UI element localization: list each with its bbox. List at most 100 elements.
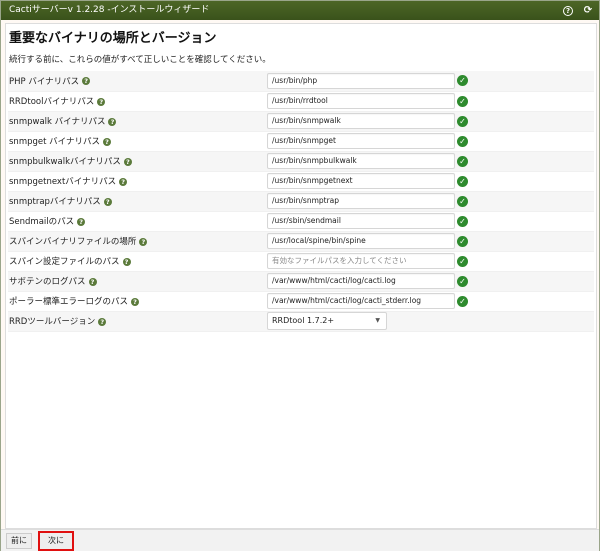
check-icon: ✓ [457,175,468,187]
page-title: 重要なバイナリの場所とバージョン [9,31,217,46]
path-input[interactable]: /usr/bin/php [267,72,455,89]
spacer-cell [477,191,594,212]
check-icon: ✓ [457,235,468,247]
check-icon: ✓ [457,115,468,127]
status-cell: ✓ [457,111,477,132]
next-button[interactable]: 次に [38,531,74,551]
spacer-cell [477,151,594,172]
row-label: RRDtoolバイナリパス? [8,91,267,112]
check-icon: ✓ [457,155,468,167]
table-row: snmpwalk バイナリパス?/usr/bin/snmpwalk ✓ [8,111,594,132]
spacer-cell [477,131,594,152]
path-input[interactable]: /usr/sbin/sendmail [267,213,455,229]
help-icon[interactable]: ? [563,5,573,16]
spacer-cell [477,231,594,252]
status-cell: ✓ [457,91,477,112]
spacer-cell [477,171,594,192]
spacer-cell [477,211,594,232]
spacer-cell [477,91,594,112]
path-cell: /var/www/html/cacti/log/cacti_stderr.log [267,291,457,312]
row-label-text: snmpget バイナリパス [9,137,100,147]
table-row: snmpget バイナリパス? /usr/bin/snmpget ✓ [8,131,594,152]
table-row: スパインバイナリファイルの場所?/usr/local/spine/bin/spi… [8,231,594,252]
status-cell: ✓ [457,191,477,212]
path-input[interactable]: /usr/local/spine/bin/spine [267,233,455,249]
help-icon[interactable]: ? [139,237,148,246]
row-label: RRDツールバージョン? [8,311,267,332]
refresh-icon[interactable]: ⟳ [583,5,593,16]
help-icon[interactable]: ? [88,277,97,286]
path-input[interactable]: /var/www/html/cacti/log/cacti.log [267,273,455,289]
help-icon[interactable]: ? [123,157,132,166]
previous-button[interactable]: 前に [6,533,32,549]
path-input[interactable]: /var/www/html/cacti/log/cacti_stderr.log [267,293,455,309]
row-label: snmpwalk バイナリパス? [8,111,267,132]
path-cell: 有効なファイルパスを入力してください [267,251,457,272]
spacer-cell [477,251,594,272]
row-label-text: スパイン設定ファイルのパス [9,257,120,267]
path-input[interactable]: /usr/bin/snmpbulkwalk [267,153,455,169]
check-icon: ✓ [457,75,468,87]
row-label: snmpgetnextバイナリパス? [8,171,267,192]
binary-paths-table: PHP バイナリパス?/usr/bin/php ✓ RRDtoolバイナリパス?/u… [8,71,594,332]
status-cell: ✓ [457,131,477,152]
path-input[interactable]: /usr/bin/snmpgetnext [267,173,455,189]
row-label: Sendmailのパス? [8,211,267,232]
help-icon[interactable]: ? [97,97,106,106]
path-cell: /usr/bin/rrdtool [267,91,457,112]
help-icon[interactable]: ? [131,297,140,306]
table-row: サボテンのログパス? /var/www/html/cacti/log/cacti.… [8,271,594,292]
table-row: snmptrapバイナリパス?/usr/bin/snmptrap ✓ [8,191,594,212]
path-cell: /usr/bin/snmpgetnext [267,171,457,192]
path-cell: /usr/bin/snmpwalk [267,111,457,132]
check-icon: ✓ [457,195,468,207]
row-label: スパインバイナリファイルの場所? [8,231,267,252]
help-icon[interactable]: ? [103,197,112,206]
row-label: snmptrapバイナリパス? [8,191,267,212]
row-label: スパイン設定ファイルのパス? [8,251,267,272]
path-input[interactable]: 有効なファイルパスを入力してください [267,253,455,269]
path-input[interactable]: /usr/bin/rrdtool [267,93,455,109]
row-label-text: ポーラー標準エラーログのパス [9,297,129,307]
table-row: ポーラー標準エラーログのパス?/var/www/html/cacti/log/c… [8,291,594,312]
status-cell: ✓ [457,231,477,252]
path-cell: /var/www/html/cacti/log/cacti.log [267,271,457,292]
table-row: Sendmailのパス?/usr/sbin/sendmail ✓ [8,211,594,232]
status-cell [457,311,477,332]
footer-bar: 前に 次に [1,529,599,551]
chevron-down-icon: ▼ [375,317,380,324]
spacer-cell [477,311,594,332]
status-cell: ✓ [457,71,477,92]
status-cell: ✓ [457,251,477,272]
help-icon[interactable]: ? [108,117,117,126]
path-input[interactable]: /usr/bin/snmptrap [267,193,455,209]
help-icon[interactable]: ? [119,177,128,186]
status-cell: ✓ [457,271,477,292]
title-bar: Cactiサーバーv 1.2.28 -インストールウィザード ? ⟳ [1,1,599,20]
table-row: スパイン設定ファイルのパス? 有効なファイルパスを入力してください ✓ [8,251,594,272]
help-icon[interactable]: ? [82,77,91,86]
path-input[interactable]: /usr/bin/snmpwalk [267,113,455,129]
help-icon[interactable]: ? [98,317,107,326]
help-icon[interactable]: ? [122,257,131,266]
select-cell: RRDtool 1.7.2+ ▼ [267,311,457,332]
path-cell: /usr/sbin/sendmail [267,211,457,232]
rrd-version-label: RRDツールバージョン [9,317,96,327]
row-label: ポーラー標準エラーログのパス? [8,291,267,312]
path-cell: /usr/bin/snmpbulkwalk [267,151,457,172]
table-row: RRDツールバージョン? RRDtool 1.7.2+ ▼ [8,311,594,332]
rrd-version-select[interactable]: RRDtool 1.7.2+ ▼ [267,312,387,330]
path-cell: /usr/local/spine/bin/spine [267,231,457,252]
spacer-cell [477,271,594,292]
path-input[interactable]: /usr/bin/snmpget [267,133,455,149]
help-icon[interactable]: ? [77,217,86,226]
spacer-cell [477,71,594,92]
row-label-text: サボテンのログパス [9,277,86,287]
spacer-cell [477,291,594,312]
path-cell: /usr/bin/snmptrap [267,191,457,212]
path-cell: /usr/bin/php [267,71,457,92]
check-icon: ✓ [457,255,468,267]
help-icon[interactable]: ? [102,137,111,146]
row-label-text: snmpwalk バイナリパス [9,117,106,127]
table-row: PHP バイナリパス?/usr/bin/php ✓ [8,71,594,92]
